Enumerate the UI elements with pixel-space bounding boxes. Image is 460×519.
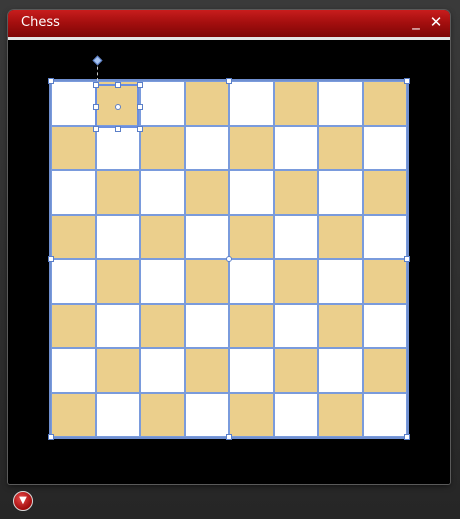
- board-square[interactable]: [184, 81, 229, 126]
- board-square[interactable]: [184, 259, 229, 304]
- board-square[interactable]: [51, 170, 96, 215]
- board-square[interactable]: [273, 170, 318, 215]
- board-square[interactable]: [318, 392, 363, 437]
- board-square[interactable]: [184, 348, 229, 393]
- board-square[interactable]: [95, 303, 140, 348]
- board-square[interactable]: [95, 392, 140, 437]
- board-square[interactable]: [184, 214, 229, 259]
- board-square[interactable]: [362, 392, 407, 437]
- minimize-button[interactable]: _: [406, 11, 426, 31]
- board-square[interactable]: [51, 348, 96, 393]
- board-square[interactable]: [362, 81, 407, 126]
- board-square[interactable]: [140, 259, 185, 304]
- board-square[interactable]: [318, 259, 363, 304]
- board-square[interactable]: [229, 125, 274, 170]
- board-square[interactable]: [140, 348, 185, 393]
- board-square[interactable]: [273, 125, 318, 170]
- board-square[interactable]: [51, 81, 96, 126]
- window-title: Chess: [21, 15, 60, 30]
- board-square[interactable]: [229, 348, 274, 393]
- board-square[interactable]: [95, 125, 140, 170]
- board-square[interactable]: [362, 214, 407, 259]
- board-square[interactable]: [318, 348, 363, 393]
- board-square[interactable]: [140, 125, 185, 170]
- board-square[interactable]: [51, 125, 96, 170]
- board-square[interactable]: [273, 81, 318, 126]
- chess-window: Chess _ ✕: [8, 10, 450, 484]
- board-square[interactable]: [51, 259, 96, 304]
- board-square[interactable]: [140, 170, 185, 215]
- board-square[interactable]: [229, 214, 274, 259]
- title-bar[interactable]: Chess _ ✕: [8, 10, 450, 40]
- board-square[interactable]: [51, 214, 96, 259]
- board-square[interactable]: [229, 81, 274, 126]
- board-square[interactable]: [95, 170, 140, 215]
- board-square[interactable]: [229, 170, 274, 215]
- board-square[interactable]: [140, 81, 185, 126]
- canvas-area: [8, 40, 450, 484]
- desktop-background: Chess _ ✕ ▼: [0, 0, 460, 519]
- board-square[interactable]: [362, 170, 407, 215]
- board-square[interactable]: [273, 392, 318, 437]
- board-square[interactable]: [273, 303, 318, 348]
- board-square[interactable]: [229, 303, 274, 348]
- board-square[interactable]: [318, 81, 363, 126]
- board-square[interactable]: [229, 392, 274, 437]
- board-square[interactable]: [273, 259, 318, 304]
- board-square[interactable]: [51, 392, 96, 437]
- board-square[interactable]: [184, 392, 229, 437]
- board-square[interactable]: [184, 303, 229, 348]
- chess-board[interactable]: [49, 79, 409, 439]
- board-square[interactable]: [184, 125, 229, 170]
- board-square[interactable]: [362, 125, 407, 170]
- board-square[interactable]: [273, 214, 318, 259]
- board-square[interactable]: [184, 170, 229, 215]
- rotate-guide: [97, 61, 98, 81]
- board-square[interactable]: [362, 348, 407, 393]
- board-square[interactable]: [318, 303, 363, 348]
- board-square[interactable]: [140, 392, 185, 437]
- board-square[interactable]: [140, 214, 185, 259]
- board-square[interactable]: [318, 170, 363, 215]
- board-square[interactable]: [95, 348, 140, 393]
- board-square[interactable]: [51, 303, 96, 348]
- board-square[interactable]: [362, 303, 407, 348]
- board-square[interactable]: [95, 214, 140, 259]
- board-square[interactable]: [95, 259, 140, 304]
- rotate-handle[interactable]: [92, 55, 103, 66]
- expand-menu-button[interactable]: ▼: [13, 491, 33, 511]
- board-square[interactable]: [273, 348, 318, 393]
- board-square[interactable]: [318, 214, 363, 259]
- board-square[interactable]: [95, 81, 140, 126]
- close-button[interactable]: ✕: [426, 12, 446, 32]
- board-square[interactable]: [318, 125, 363, 170]
- board-square[interactable]: [362, 259, 407, 304]
- board-square[interactable]: [229, 259, 274, 304]
- board-square[interactable]: [140, 303, 185, 348]
